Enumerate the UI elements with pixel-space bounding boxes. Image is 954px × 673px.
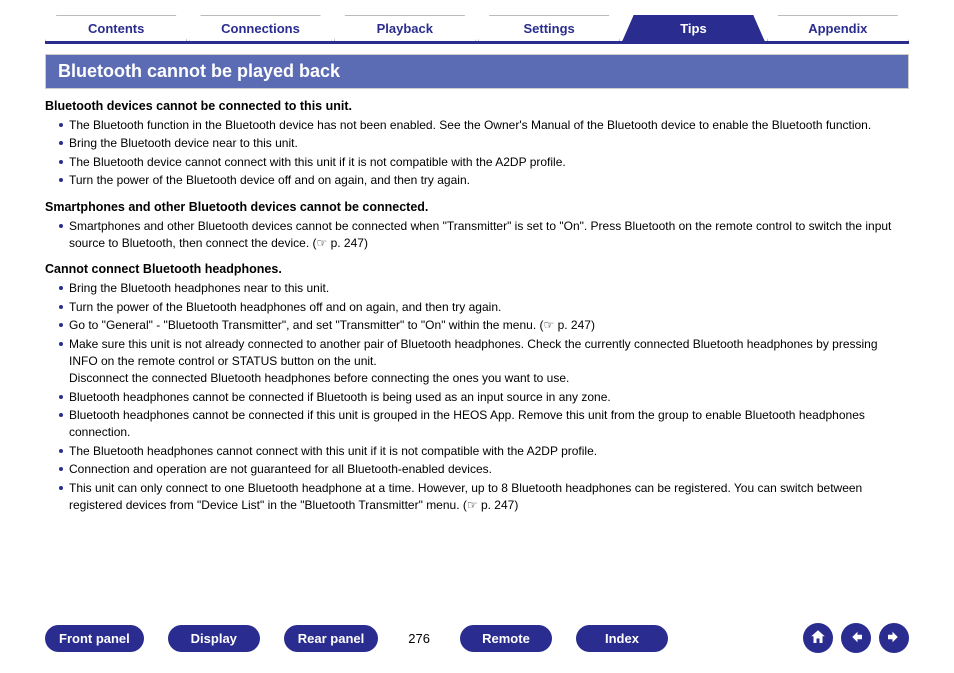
bottom-bar: Front panel Display Rear panel 276 Remot…: [45, 623, 909, 653]
list-item: Bluetooth headphones cannot be connected…: [59, 407, 909, 442]
tab-tips[interactable]: Tips: [622, 15, 764, 41]
prev-page-button[interactable]: [841, 623, 871, 653]
tab-settings[interactable]: Settings: [478, 15, 620, 41]
section-heading: Bluetooth devices cannot be connected to…: [45, 99, 909, 113]
list-item: The Bluetooth headphones cannot connect …: [59, 443, 909, 460]
rear-panel-button[interactable]: Rear panel: [284, 625, 378, 652]
list-item: This unit can only connect to one Blueto…: [59, 480, 909, 515]
section-heading: Smartphones and other Bluetooth devices …: [45, 200, 909, 214]
list-item: Bring the Bluetooth headphones near to t…: [59, 280, 909, 297]
tab-appendix[interactable]: Appendix: [767, 15, 909, 41]
bullet-list: Smartphones and other Bluetooth devices …: [45, 218, 909, 253]
list-item: Go to "General" - "Bluetooth Transmitter…: [59, 317, 909, 334]
bullet-list: Bring the Bluetooth headphones near to t…: [45, 280, 909, 514]
list-item: Turn the power of the Bluetooth headphon…: [59, 299, 909, 316]
front-panel-button[interactable]: Front panel: [45, 625, 144, 652]
page-title: Bluetooth cannot be played back: [45, 54, 909, 89]
tab-contents[interactable]: Contents: [45, 15, 187, 41]
list-item: Turn the power of the Bluetooth device o…: [59, 172, 909, 189]
list-item: The Bluetooth device cannot connect with…: [59, 154, 909, 171]
nav-icons: [803, 623, 909, 653]
list-item: Smartphones and other Bluetooth devices …: [59, 218, 909, 253]
arrow-right-icon: [885, 628, 903, 649]
page-number: 276: [402, 631, 436, 646]
list-item: Bluetooth headphones cannot be connected…: [59, 389, 909, 406]
home-button[interactable]: [803, 623, 833, 653]
list-item: The Bluetooth function in the Bluetooth …: [59, 117, 909, 134]
remote-button[interactable]: Remote: [460, 625, 552, 652]
home-icon: [809, 628, 827, 649]
section-heading: Cannot connect Bluetooth headphones.: [45, 262, 909, 276]
display-button[interactable]: Display: [168, 625, 260, 652]
tab-playback[interactable]: Playback: [334, 15, 476, 41]
section-bt-devices: Bluetooth devices cannot be connected to…: [45, 99, 909, 190]
next-page-button[interactable]: [879, 623, 909, 653]
section-headphones: Cannot connect Bluetooth headphones. Bri…: [45, 262, 909, 514]
top-tabs: Contents Connections Playback Settings T…: [45, 15, 909, 44]
bullet-list: The Bluetooth function in the Bluetooth …: [45, 117, 909, 190]
index-button[interactable]: Index: [576, 625, 668, 652]
list-item: Connection and operation are not guarant…: [59, 461, 909, 478]
list-item: Make sure this unit is not already conne…: [59, 336, 909, 388]
list-item: Bring the Bluetooth device near to this …: [59, 135, 909, 152]
arrow-left-icon: [847, 628, 865, 649]
tab-connections[interactable]: Connections: [189, 15, 331, 41]
section-smartphones: Smartphones and other Bluetooth devices …: [45, 200, 909, 253]
